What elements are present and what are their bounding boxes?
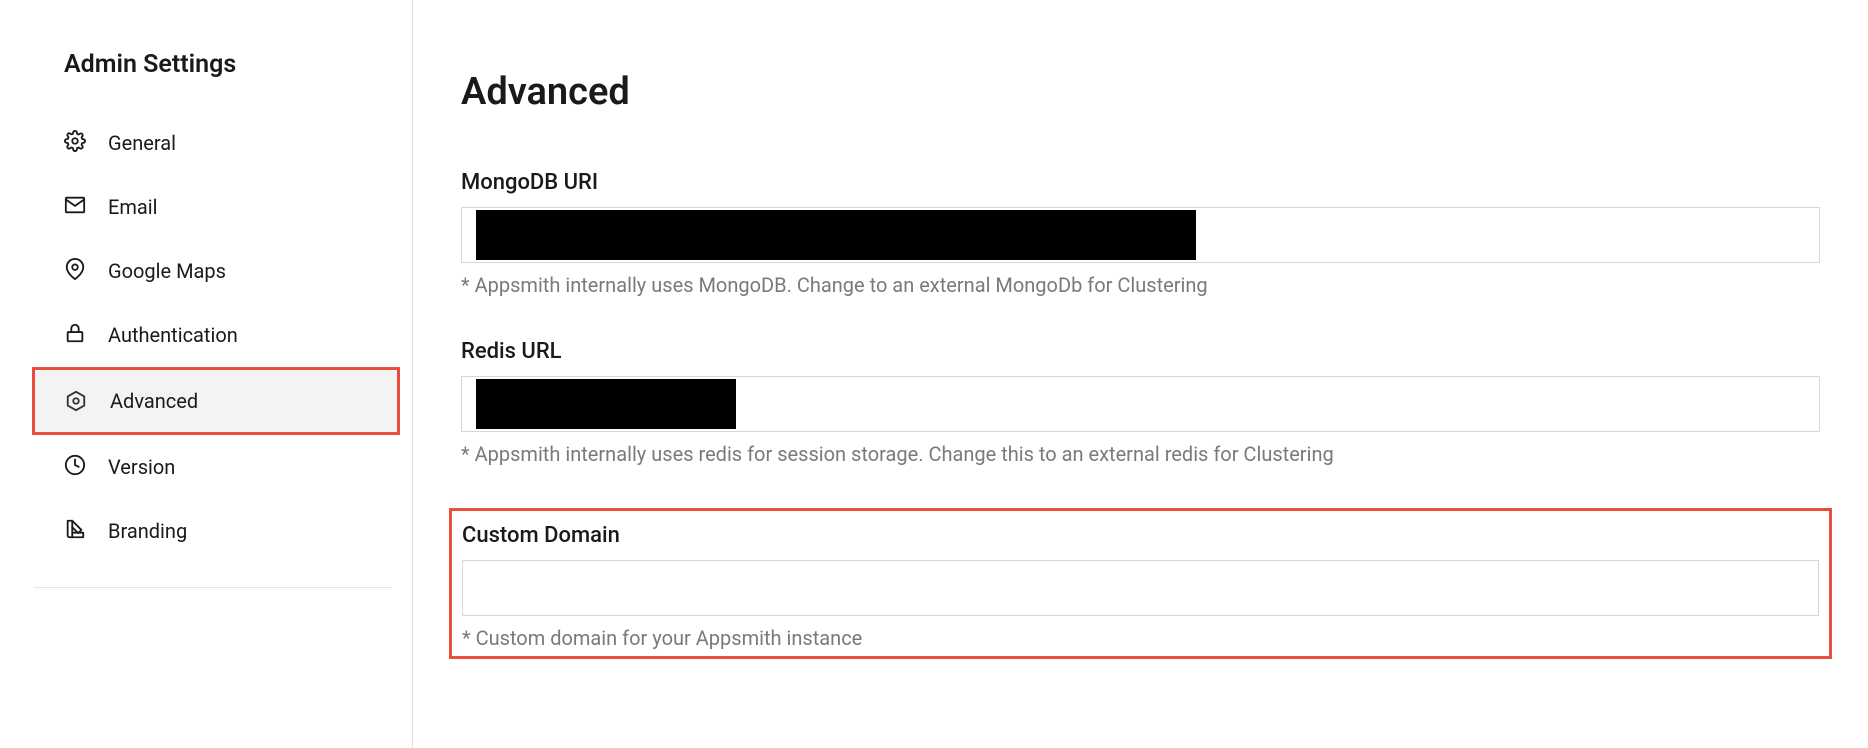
gear-icon [64,130,86,157]
sidebar-item-label: Email [108,195,158,219]
map-pin-icon [64,258,86,285]
sidebar-item-version[interactable]: Version [64,435,392,499]
sidebar-title: Admin Settings [64,50,392,79]
sidebar-divider [34,587,392,588]
mongodb-uri-hint: * Appsmith internally uses MongoDB. Chan… [461,273,1820,297]
swatch-icon [64,518,86,545]
sidebar: Admin Settings General Email Google Maps… [0,0,413,748]
sidebar-item-general[interactable]: General [64,111,392,175]
sidebar-item-label: General [108,131,176,155]
redis-url-group: Redis URL * Appsmith internally uses red… [461,339,1820,466]
redacted-value [476,379,736,429]
custom-domain-label: Custom Domain [462,523,1819,548]
redis-url-input[interactable] [461,376,1820,432]
mongodb-uri-label: MongoDB URI [461,170,1820,195]
sidebar-item-label: Google Maps [108,259,226,283]
lock-icon [64,322,86,349]
mongodb-uri-group: MongoDB URI * Appsmith internally uses M… [461,170,1820,297]
sidebar-item-label: Authentication [108,323,238,347]
main-content: Advanced MongoDB URI * Appsmith internal… [413,0,1868,748]
mail-icon [64,194,86,221]
custom-domain-hint: * Custom domain for your Appsmith instan… [462,626,1819,650]
sidebar-item-email[interactable]: Email [64,175,392,239]
redis-url-hint: * Appsmith internally uses redis for ses… [461,442,1820,466]
sidebar-item-label: Advanced [110,389,198,413]
mongodb-uri-input[interactable] [461,207,1820,263]
page-title: Advanced [461,70,1820,114]
sidebar-item-label: Branding [108,519,187,543]
custom-domain-group: Custom Domain * Custom domain for your A… [449,508,1832,659]
sidebar-item-label: Version [108,455,175,479]
sidebar-item-advanced-wrap: Advanced [32,367,400,435]
clock-icon [64,454,86,481]
sidebar-item-google-maps[interactable]: Google Maps [64,239,392,303]
sidebar-item-authentication[interactable]: Authentication [64,303,392,367]
redis-url-label: Redis URL [461,339,1820,364]
redacted-value [476,210,1196,260]
sidebar-item-advanced[interactable]: Advanced [32,367,400,435]
hexagon-icon [64,389,88,413]
custom-domain-input[interactable] [462,560,1819,616]
sidebar-item-branding[interactable]: Branding [64,499,392,563]
